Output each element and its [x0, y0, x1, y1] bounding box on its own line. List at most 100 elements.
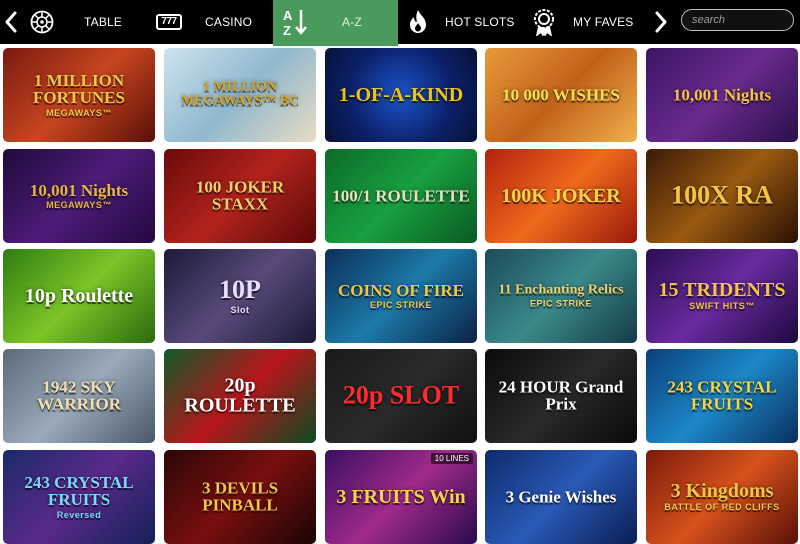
game-tile[interactable]: 20p ROULETTE	[164, 349, 316, 443]
game-tile-title: 10,001 Nights	[646, 86, 798, 103]
game-title-text: 100X RA	[671, 180, 773, 210]
game-title-text: 20p SLOT	[342, 380, 460, 410]
game-tile[interactable]: 10 000 WISHES	[485, 48, 637, 142]
game-tile-title: 10,001 Nights MEGAWAYS™	[3, 182, 155, 211]
game-tile[interactable]: 3 Kingdoms BATTLE OF RED CLIFFS	[646, 450, 798, 544]
game-tile[interactable]: 24 HOUR Grand Prix	[485, 349, 637, 443]
game-tile-title: 10P Slot	[164, 275, 316, 315]
tab-table-label: TABLE	[84, 15, 123, 29]
game-subtitle-text: EPIC STRIKE	[529, 298, 592, 309]
tab-az[interactable]: A Z A-Z	[282, 0, 362, 44]
game-tile-title: 11 Enchanting Relics EPIC STRIKE	[485, 282, 637, 309]
svg-text:Z: Z	[283, 23, 291, 37]
game-tile-title: COINS OF FIRE EPIC STRIKE	[325, 282, 477, 311]
game-tile[interactable]: 3 Genie Wishes	[485, 450, 637, 544]
game-title-text: 3 Genie Wishes	[505, 487, 617, 507]
game-title-text: COINS OF FIRE	[338, 280, 464, 300]
game-tile-title: 1 MILLION MEGAWAYS™ BC	[164, 79, 316, 110]
tab-my-faves[interactable]: MY FAVES	[532, 0, 634, 44]
game-tile-title: 243 CRYSTAL FRUITS	[646, 377, 798, 414]
flame-icon	[410, 10, 426, 33]
game-tile[interactable]: 1-OF-A-KIND	[325, 48, 477, 142]
game-title-text: 11 Enchanting Relics	[498, 282, 624, 298]
roulette-wheel-icon	[30, 10, 54, 34]
tab-hot-slots[interactable]: HOT SLOTS	[407, 0, 515, 44]
game-tile[interactable]: 20p SLOT	[325, 349, 477, 443]
game-title-text: 1 MILLION FORTUNES	[33, 71, 125, 108]
game-subtitle-text: SWIFT HITS™	[689, 301, 755, 312]
slot-777-icon: 777	[156, 14, 182, 30]
game-tile[interactable]: 3 DEVILS PINBALL	[164, 450, 316, 544]
game-title-text: 10,001 Nights	[672, 85, 772, 105]
game-tile[interactable]: 1 MILLION MEGAWAYS™ BC	[164, 48, 316, 142]
game-tile-title: 3 DEVILS PINBALL	[164, 479, 316, 515]
game-tile[interactable]: 243 CRYSTAL FRUITS	[646, 349, 798, 443]
game-tile[interactable]: 100/1 ROULETTE	[325, 149, 477, 243]
game-tile-title: 1-OF-A-KIND	[325, 85, 477, 105]
tab-casino[interactable]: 777 CASINO	[156, 0, 252, 44]
game-tile-title: 100X RA	[646, 180, 798, 210]
game-subtitle-text: Reversed	[56, 509, 102, 520]
chevron-left-icon[interactable]	[4, 11, 18, 33]
game-tile-title: 3 FRUITS Win	[325, 487, 477, 507]
game-tile-title: 3 Kingdoms BATTLE OF RED CLIFFS	[646, 481, 798, 513]
game-subtitle-text: MEGAWAYS™	[46, 107, 112, 118]
game-subtitle-text: EPIC STRIKE	[369, 300, 432, 311]
game-tile[interactable]: 10P Slot	[164, 249, 316, 343]
game-title-text: 100K JOKER	[501, 184, 621, 207]
top-nav-bar: TABLE 777 CASINO A Z A-Z HOT SLOTS MY FA…	[0, 0, 800, 46]
game-tile[interactable]: 10,001 Nights MEGAWAYS™	[3, 149, 155, 243]
chevron-right-icon[interactable]	[654, 11, 668, 33]
game-title-text: 10P	[219, 275, 261, 305]
tab-my-faves-label: MY FAVES	[573, 15, 634, 29]
game-tile[interactable]: 11 Enchanting Relics EPIC STRIKE	[485, 249, 637, 343]
game-tile-title: 20p ROULETTE	[164, 374, 316, 417]
game-title-text: 243 CRYSTAL FRUITS	[667, 377, 777, 414]
game-tile[interactable]: 1942 SKY WARRIOR	[3, 349, 155, 443]
az-sort-icon: A Z	[283, 8, 307, 37]
game-title-text: 1-OF-A-KIND	[338, 83, 464, 106]
game-tag-badge: 10 LINES	[430, 453, 473, 464]
game-title-text: 243 CRYSTAL FRUITS	[24, 473, 134, 510]
game-tile[interactable]: 3 FRUITS Win 10 LINES	[325, 450, 477, 544]
game-tile[interactable]: 1 MILLION FORTUNES MEGAWAYS™	[3, 48, 155, 142]
game-tile-title: 20p SLOT	[325, 380, 477, 410]
game-title-text: 100 JOKER STAXX	[195, 177, 285, 214]
rosette-badge-icon	[534, 9, 554, 36]
game-tile-title: 100K JOKER	[485, 186, 637, 206]
game-tile[interactable]: 243 CRYSTAL FRUITS Reversed	[3, 450, 155, 544]
game-title-text: 100/1 ROULETTE	[332, 186, 470, 206]
game-tile[interactable]: 100 JOKER STAXX	[164, 149, 316, 243]
tab-az-label: A-Z	[342, 15, 362, 29]
search-input[interactable]	[682, 10, 793, 30]
game-subtitle-text: MEGAWAYS™	[46, 200, 112, 211]
game-title-text: 1 MILLION MEGAWAYS™ BC	[180, 79, 300, 109]
game-title-text: 3 FRUITS Win	[336, 485, 466, 508]
game-title-text: 20p ROULETTE	[184, 374, 296, 417]
game-subtitle-text: BATTLE OF RED CLIFFS	[664, 502, 780, 513]
game-tile-title: 1942 SKY WARRIOR	[3, 377, 155, 414]
game-tile[interactable]: 10p Roulette	[3, 249, 155, 343]
tab-casino-label: CASINO	[205, 15, 253, 29]
game-tile[interactable]: COINS OF FIRE EPIC STRIKE	[325, 249, 477, 343]
game-tile[interactable]: 100K JOKER	[485, 149, 637, 243]
game-title-text: 10 000 WISHES	[502, 85, 620, 105]
game-tile[interactable]: 10,001 Nights	[646, 48, 798, 142]
game-title-text: 3 Kingdoms	[670, 480, 774, 503]
game-title-text: 10,001 Nights	[29, 180, 129, 200]
tab-hot-slots-label: HOT SLOTS	[445, 15, 515, 29]
game-title-text: 1942 SKY WARRIOR	[36, 377, 122, 414]
search-box[interactable]	[681, 9, 794, 31]
game-tile-title: 10p Roulette	[3, 286, 155, 306]
game-tile[interactable]: 15 TRIDENTS SWIFT HITS™	[646, 249, 798, 343]
game-tile-title: 15 TRIDENTS SWIFT HITS™	[646, 280, 798, 312]
game-title-text: 15 TRIDENTS	[658, 279, 786, 302]
game-tile-title: 10 000 WISHES	[485, 86, 637, 103]
game-title-text: 24 HOUR Grand Prix	[498, 377, 624, 414]
game-tile-title: 3 Genie Wishes	[485, 488, 637, 505]
game-tile-title: 100/1 ROULETTE	[325, 187, 477, 204]
tab-table[interactable]: TABLE	[30, 0, 122, 44]
game-tile-title: 243 CRYSTAL FRUITS Reversed	[3, 474, 155, 520]
game-tile[interactable]: 100X RA	[646, 149, 798, 243]
game-tile-title: 100 JOKER STAXX	[164, 177, 316, 214]
